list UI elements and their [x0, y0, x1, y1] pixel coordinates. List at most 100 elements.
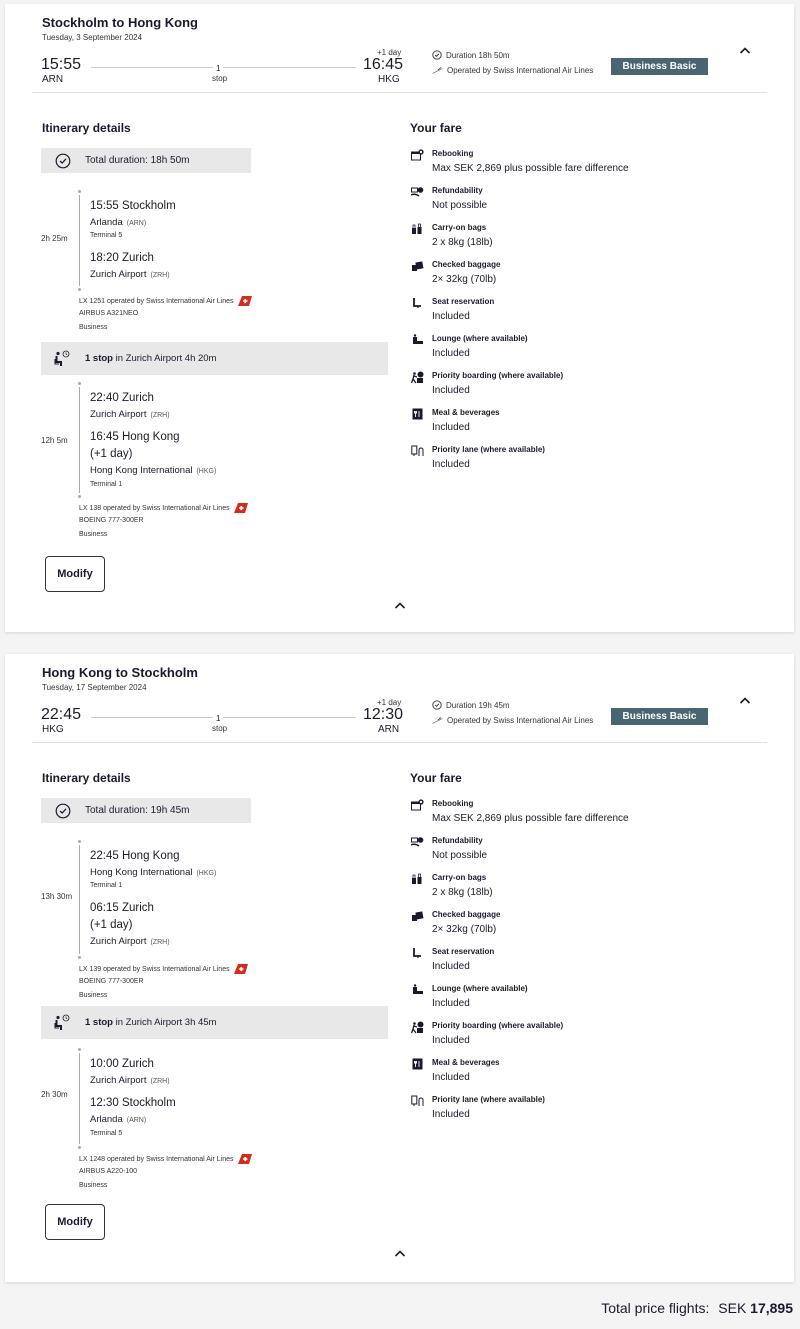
fare-item: Priority boarding (where available) Inclu…: [410, 370, 770, 404]
fare-item-value: Included: [432, 311, 470, 322]
departure-time: 22:45: [41, 706, 82, 723]
fare-item: Lounge (where available) Included: [410, 333, 770, 367]
stops-label: stop: [212, 724, 228, 733]
segment-dot: [78, 1048, 81, 1051]
duration-row: Duration 18h 50m: [432, 50, 510, 60]
fare-item: Priority lane (where available) Included: [410, 444, 770, 478]
to-airport: Zurich Airport: [90, 936, 147, 947]
layover-box: 1 stop in Zurich Airport 4h 20m: [41, 342, 388, 375]
waiting-seat-icon: [54, 1014, 70, 1030]
clock-icon: [432, 50, 442, 60]
departure-airport: Zurich Airport (ZRH): [90, 1075, 170, 1086]
from-code: (HKG): [196, 870, 217, 877]
trip-date: Tuesday, 3 September 2024: [42, 33, 143, 42]
trip-title: Stockholm to Hong Kong: [42, 15, 198, 30]
flight-number: LX 138 operated by Swiss International A…: [79, 503, 248, 513]
fare-item-value: 2× 32kg (70lb): [432, 924, 497, 935]
departure-city: 10:00 Zurich: [90, 1058, 154, 1070]
cabin-class: Business: [79, 1182, 108, 1189]
operated-row: Operated by Swiss International Air Line…: [432, 716, 593, 725]
fare-item-value: Not possible: [432, 200, 488, 211]
total-price-currency: SEK: [718, 1300, 747, 1316]
cabin-class: Business: [79, 324, 108, 331]
modify-button[interactable]: Modify: [45, 556, 105, 592]
flight-segment: 2h 25m 15:55 Stockholm Arlanda (ARN) Term…: [5, 190, 395, 340]
fare-item-title: Lounge (where available): [432, 984, 528, 993]
departure-code: HKG: [42, 724, 64, 735]
cabin-class: Business: [79, 992, 108, 999]
rebooking-icon: [410, 148, 424, 162]
meal-icon: [410, 407, 424, 421]
segment-line: [79, 845, 80, 954]
chevron-up-icon[interactable]: [738, 694, 752, 708]
fare-item-value: Included: [432, 385, 470, 396]
aircraft-type: AIRBUS A220-100: [79, 1168, 137, 1175]
arrival-terminal: Terminal 5: [90, 1130, 123, 1137]
segment-duration: 2h 25m: [41, 234, 68, 243]
aircraft-type: BOEING 777-300ER: [79, 978, 144, 985]
from-code: (ZRH): [150, 412, 170, 419]
fare-item: Meal & beverages Included: [410, 1057, 770, 1091]
fare-item-title: Checked baggage: [432, 260, 501, 269]
fare-item: Priority boarding (where available) Inclu…: [410, 1020, 770, 1054]
fare-item-value: 2 x 8kg (18lb): [432, 237, 493, 248]
flight: LX 138 operated by Swiss International A…: [79, 504, 230, 512]
stops-count: 1: [213, 714, 224, 723]
refund-icon: [410, 185, 424, 199]
rebooking-icon: [410, 798, 424, 812]
departure-terminal: Terminal 1: [90, 882, 123, 889]
segment-line: [79, 195, 80, 286]
flight-segment: 13h 30m 22:45 Hong Kong Hong Kong Intern…: [5, 840, 395, 999]
fare-badge: Business Basic: [611, 58, 708, 75]
flight-number: LX 1248 operated by Swiss International …: [79, 1154, 252, 1164]
departure-city: 22:45 Hong Kong: [90, 850, 180, 862]
chevron-up-icon[interactable]: [393, 1247, 407, 1261]
route-line: [91, 717, 356, 718]
segment-dot: [78, 840, 81, 843]
departure-time: 15:55: [41, 56, 82, 73]
trip-date: Tuesday, 17 September 2024: [42, 683, 147, 692]
segment-dot: [78, 1146, 81, 1149]
fare-item: Seat reservation Included: [410, 296, 770, 330]
fare-item: Rebooking Max SEK 2,869 plus possible far…: [410, 148, 770, 182]
duration-text: Duration 18h 50m: [446, 50, 510, 60]
arrival-city: 12:30 Stockholm: [90, 1097, 176, 1109]
fare-item: Refundability Not possible: [410, 185, 770, 219]
duration-text: Duration 19h 45m: [446, 700, 510, 710]
checked-baggage-icon: [410, 909, 424, 923]
cabin-class: Business: [79, 531, 108, 538]
modify-button[interactable]: Modify: [45, 1204, 105, 1240]
fare-item: Lounge (where available) Included: [410, 983, 770, 1017]
fare-item-title: Priority lane (where available): [432, 445, 545, 454]
operated-text: Operated by Swiss International Air Line…: [447, 716, 594, 725]
from-code: (ZRH): [150, 1078, 170, 1085]
trip-card-2: Hong Kong to Stockholm Tuesday, 17 Septe…: [5, 654, 794, 1282]
fare-item-value: Included: [432, 1109, 470, 1120]
route-line: [91, 67, 356, 68]
layover-stop-count: 1 stop: [85, 1017, 113, 1028]
to-airport: Hong Kong International: [90, 465, 193, 476]
seat-icon: [410, 946, 424, 960]
to-code: (ARN): [126, 1117, 147, 1124]
to-code: (HKG): [196, 468, 217, 475]
fare-item-title: Seat reservation: [432, 297, 495, 306]
total-price-label: Total price flights:: [601, 1300, 710, 1316]
stops-label: stop: [212, 74, 228, 83]
segment-dot: [78, 382, 81, 385]
layover-stop-count: 1 stop: [85, 353, 113, 364]
to-code: (ZRH): [150, 272, 170, 279]
flight-segment: 2h 30m 10:00 Zurich Zurich Airport (ZRH) …: [5, 1048, 395, 1198]
fare-title: Your fare: [410, 771, 462, 785]
clock-icon: [55, 803, 71, 818]
segment-dot: [78, 190, 81, 193]
chevron-up-icon[interactable]: [738, 44, 752, 58]
duration-row: Duration 19h 45m: [432, 700, 510, 710]
fare-item: Priority lane (where available) Included: [410, 1094, 770, 1128]
fare-item-value: Max SEK 2,869 plus possible fare differe…: [432, 163, 629, 174]
fare-item: Checked baggage 2× 32kg (70lb): [410, 909, 770, 943]
fare-item-title: Priority boarding (where available): [432, 1021, 564, 1030]
chevron-up-icon[interactable]: [393, 599, 407, 613]
operated-row: Operated by Swiss International Air Line…: [432, 66, 593, 75]
layover-detail: in Zurich Airport 4h 20m: [112, 353, 217, 364]
refund-icon: [410, 835, 424, 849]
